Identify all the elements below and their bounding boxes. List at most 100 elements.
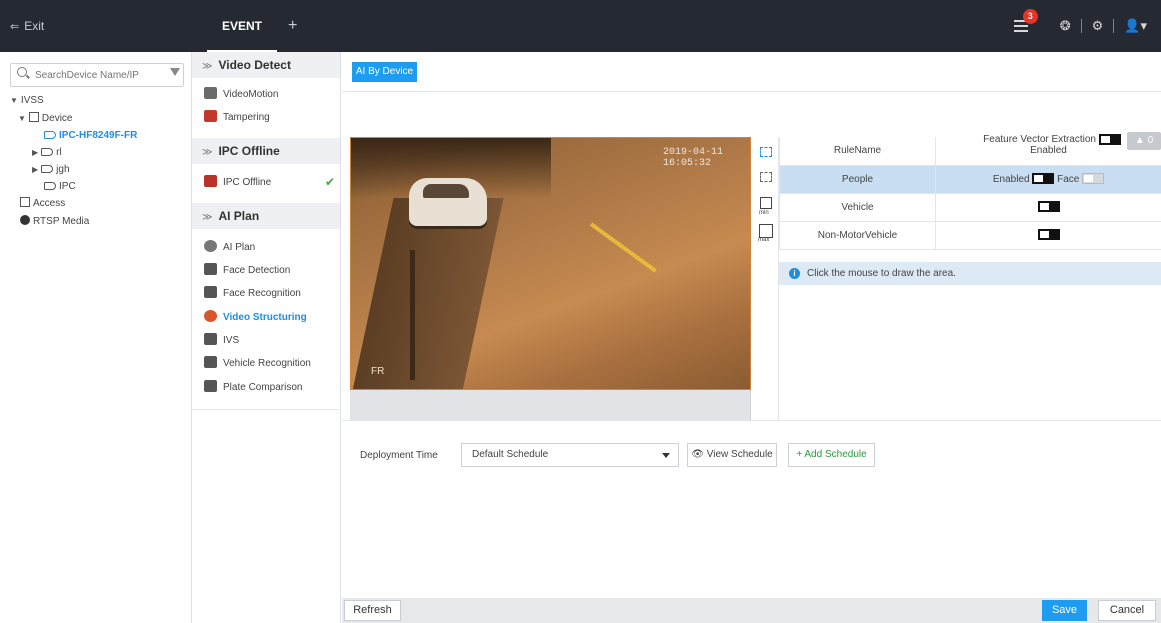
vehicle-enabled-toggle[interactable] xyxy=(1037,201,1060,212)
device-search-input[interactable] xyxy=(35,66,163,84)
enabled-check-icon: ✔ xyxy=(325,175,336,189)
ai-plan-icon xyxy=(204,240,217,252)
globe-icon xyxy=(20,215,30,225)
event-face-detection[interactable]: Face Detection xyxy=(204,262,290,280)
event-videomotion[interactable]: VideoMotion xyxy=(204,86,278,104)
table-row[interactable]: Vehicle xyxy=(779,193,1161,222)
button-label: View Schedule xyxy=(706,449,773,460)
camera-icon xyxy=(44,182,56,190)
max-size-icon[interactable]: max xyxy=(758,224,773,243)
table-header-row: RuleName Enabled xyxy=(779,137,1161,166)
event-label: Face Detection xyxy=(223,265,291,276)
event-label: Face Recognition xyxy=(223,288,301,299)
tree-root-ivss[interactable]: ▼ IVSS xyxy=(10,93,44,109)
tree-rtsp[interactable]: RTSP Media xyxy=(20,214,89,230)
chevron-icon: ≫ xyxy=(202,147,213,158)
task-list-icon[interactable]: 3 xyxy=(1013,9,1038,33)
rule-name: Vehicle xyxy=(779,193,936,222)
tree-camera-jgh[interactable]: ▶ jgh xyxy=(32,162,70,178)
table-row[interactable]: People Enabled Face xyxy=(779,165,1161,194)
tree-label: Device xyxy=(41,113,73,124)
tree-camera-ipc[interactable]: IPC xyxy=(44,179,76,195)
tab-event[interactable]: EVENT xyxy=(197,0,287,52)
user-icon[interactable]: 👤▾ xyxy=(1124,18,1147,34)
event-ai-plan[interactable]: AI Plan xyxy=(204,239,255,257)
face-toggle[interactable] xyxy=(1082,173,1105,184)
settings-gear-icon[interactable]: ⚙ xyxy=(1092,18,1104,34)
event-plate-comparison[interactable]: Plate Comparison xyxy=(204,379,302,397)
group-title: Video Detect xyxy=(218,58,291,72)
tree-access[interactable]: Access xyxy=(20,196,65,212)
video-scene xyxy=(351,198,504,389)
view-schedule-button[interactable]: 👁 View Schedule xyxy=(687,443,777,467)
divider xyxy=(342,91,1161,92)
info-icon: i xyxy=(789,268,800,279)
refresh-button[interactable]: Refresh xyxy=(344,600,401,621)
chevron-icon: ≫ xyxy=(202,212,213,223)
tree-label: RTSP Media xyxy=(33,216,90,227)
eye-icon: 👁 xyxy=(691,449,704,460)
save-button[interactable]: Save xyxy=(1042,600,1087,621)
tree-camera-selected[interactable]: IPC-HF8249F-FR xyxy=(44,128,137,144)
plate-icon xyxy=(204,380,217,392)
event-label: IPC Offline xyxy=(223,177,272,188)
dropdown-caret-icon xyxy=(662,453,670,458)
back-arrow-icon: ⇐ xyxy=(10,21,20,33)
rule-enabled-cell xyxy=(935,193,1161,222)
plus-icon: + xyxy=(796,449,803,460)
notification-badge: 3 xyxy=(1022,9,1038,24)
group-video-detect[interactable]: ≫ Video Detect xyxy=(192,52,340,78)
rules-table: RuleName Enabled People Enabled Face Veh… xyxy=(779,137,1161,250)
event-ipc-offline[interactable]: IPC Offline xyxy=(204,174,271,192)
network-icon[interactable]: ❂ xyxy=(1060,18,1071,34)
event-list-panel: ≫ Video Detect VideoMotion Tampering ≫ IPC… xyxy=(192,52,341,409)
tree-label: jgh xyxy=(56,164,70,175)
people-enabled-toggle[interactable] xyxy=(1032,173,1055,184)
live-video-preview[interactable]: 2019-04-11 16:05:32 FR xyxy=(350,137,751,390)
event-ivs[interactable]: IVS xyxy=(204,332,239,350)
video-scene xyxy=(589,222,657,273)
divider xyxy=(342,420,1161,421)
divider xyxy=(1113,19,1115,33)
tree-camera-rl[interactable]: ▶ rl xyxy=(32,145,62,161)
divider xyxy=(1080,19,1082,33)
video-timestamp: 2019-04-11 16:05:32 xyxy=(663,147,724,169)
tree-label: rl xyxy=(56,147,62,158)
min-size-icon[interactable]: min xyxy=(759,197,772,216)
event-video-structuring[interactable]: Video Structuring xyxy=(204,309,307,327)
group-ipc-offline[interactable]: ≫ IPC Offline xyxy=(192,138,340,164)
event-vehicle-recognition[interactable]: Vehicle Recognition xyxy=(204,355,311,373)
draw-hint: i Click the mouse to draw the area. xyxy=(779,262,1161,285)
filter-icon[interactable] xyxy=(170,68,180,76)
event-label: Tampering xyxy=(223,112,270,123)
schedule-select[interactable]: Default Schedule xyxy=(461,443,679,467)
ivs-icon xyxy=(204,333,217,345)
table-row[interactable]: Non-MotorVehicle xyxy=(779,221,1161,250)
add-schedule-button[interactable]: + Add Schedule xyxy=(788,443,875,467)
add-tab-button[interactable]: + xyxy=(288,0,297,52)
camera-icon xyxy=(44,131,56,139)
rule-name: Non-MotorVehicle xyxy=(779,221,936,250)
draw-area-icon[interactable] xyxy=(760,147,772,157)
exit-button[interactable]: ⇐ Exit xyxy=(10,0,44,52)
tree-device[interactable]: ▼ Device xyxy=(18,111,73,127)
rule-enabled-cell xyxy=(935,221,1161,250)
nonmotor-enabled-toggle[interactable] xyxy=(1037,229,1060,240)
face-recognition-icon xyxy=(204,286,217,298)
cancel-button[interactable]: Cancel xyxy=(1098,600,1156,621)
ipc-offline-icon xyxy=(204,175,217,187)
event-tampering[interactable]: Tampering xyxy=(204,109,270,127)
video-area: 2019-04-11 16:05:32 FR xyxy=(350,137,751,420)
vehicle-icon xyxy=(204,356,217,368)
ai-by-device-tab[interactable]: AI By Device xyxy=(352,62,417,82)
group-ai-plan[interactable]: ≫ AI Plan xyxy=(192,203,340,229)
rule-enabled-cell: Enabled Face xyxy=(935,165,1161,194)
tree-label: IPC-HF8249F-FR xyxy=(59,130,138,141)
event-face-recognition[interactable]: Face Recognition xyxy=(204,285,301,303)
top-icons: 3 ❂ ⚙ 👤▾ xyxy=(1013,0,1147,52)
camera-icon xyxy=(41,148,54,156)
tree-label: Access xyxy=(33,198,66,209)
device-search-box[interactable] xyxy=(10,63,184,87)
clear-area-icon[interactable] xyxy=(760,172,772,182)
chevron-icon: ≫ xyxy=(202,61,213,72)
